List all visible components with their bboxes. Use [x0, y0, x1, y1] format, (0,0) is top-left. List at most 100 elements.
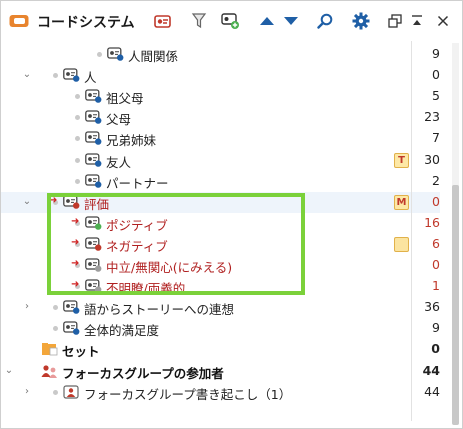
close-button[interactable]	[433, 11, 453, 31]
code-manzokudo[interactable]: 全体的満足度 9	[1, 318, 440, 339]
panel-header: コードシステム	[1, 1, 462, 41]
segment-count: 44	[422, 362, 440, 378]
bullet-icon	[75, 115, 80, 121]
segment-count: 44	[424, 383, 440, 399]
code-tag-icon	[85, 131, 103, 146]
segment-count: 0	[431, 341, 440, 357]
tree-item-label: 全体的満足度	[84, 323, 160, 339]
tree-item-label: 友人	[106, 154, 132, 170]
segment-count: 0	[432, 257, 440, 272]
activated-arrow-icon: ➜	[71, 279, 80, 291]
code-negative[interactable]: ➜ ネガティブ 6	[1, 234, 440, 255]
code-fumeiryo[interactable]: ➜ 不明瞭/両義的 1	[1, 276, 440, 297]
code-yujin[interactable]: 友人 T 30	[1, 150, 440, 171]
collapse-all-button[interactable]	[257, 11, 277, 31]
code-fubo[interactable]: 父母 23	[1, 107, 440, 128]
code-sofubo[interactable]: 祖父母 5	[1, 86, 440, 107]
chevron-down-icon[interactable]: ⌄	[21, 67, 33, 83]
focusgroup-participants[interactable]: ⌄ フォーカスグループの参加者 44	[1, 361, 440, 382]
code-positive[interactable]: ➜ ポジティブ 16	[1, 213, 440, 234]
set-folder-icon	[41, 342, 59, 356]
tree-item-label: 兄弟姉妹	[106, 133, 157, 149]
bullet-icon	[75, 136, 80, 142]
segment-count: 2	[432, 172, 440, 188]
undock-button[interactable]	[385, 11, 405, 31]
code-tag-icon	[85, 237, 103, 251]
close-icon	[437, 15, 449, 27]
filter-icon	[191, 13, 207, 29]
bullet-icon	[53, 326, 58, 332]
code-churitsu[interactable]: ➜ 中立/無関心(にみえる) 0	[1, 255, 440, 276]
code-tag-icon	[63, 300, 81, 314]
segment-count: 0	[432, 67, 440, 83]
code-tag-icon	[85, 216, 103, 230]
set-root[interactable]: セット 0	[1, 339, 440, 360]
code-tag-icon	[85, 110, 103, 125]
tree-item-label: フォーカスグループの参加者	[62, 365, 224, 381]
code-kyodai[interactable]: 兄弟姉妹 7	[1, 128, 440, 149]
expand-down-icon	[284, 17, 298, 25]
tree-item-label: 中立/無関心(にみえる)	[106, 260, 233, 275]
segment-count: 9	[432, 46, 440, 61]
code-rensou[interactable]: › 語からストーリーへの連想 36	[1, 297, 440, 318]
collapse-up-icon	[260, 17, 274, 25]
chevron-down-icon[interactable]: ⌄	[21, 194, 33, 210]
minimize-icon	[412, 15, 422, 25]
code-tag-icon	[85, 258, 103, 272]
memo-icon[interactable]	[394, 236, 409, 252]
focusgroup-transcript[interactable]: › フォーカスグループ書き起こし（1） 44	[1, 382, 440, 403]
tree-item-label: 評価	[84, 196, 110, 212]
segment-count: 36	[424, 299, 440, 315]
segment-count: 5	[432, 88, 440, 104]
code-ningenkankei[interactable]: 人間関係 9	[1, 44, 440, 65]
code-hyoka[interactable]: ⌄ ➜ 評価 M 0	[1, 191, 440, 213]
segment-count: 16	[424, 214, 440, 230]
bullet-icon	[97, 52, 102, 57]
search-icon	[317, 13, 333, 29]
bullet-icon	[75, 178, 80, 184]
code-tag-icon	[63, 195, 81, 209]
code-tag-icon	[85, 279, 103, 293]
add-code-icon	[221, 13, 239, 29]
expand-all-button[interactable]	[281, 11, 301, 31]
code-tag-icon	[85, 173, 103, 188]
chevron-right-icon[interactable]: ›	[21, 299, 33, 315]
code-tree: 人間関係 9 ⌄ 人 0 祖父母 5 父母 23 兄弟姉妹 7 友人 T 30 パートナー 2 ⌄ ➜ 評価 M 0 ➜ ポ…	[1, 41, 462, 421]
chevron-down-icon[interactable]: ⌄	[3, 363, 15, 379]
tree-item-label: 不明瞭/両義的	[106, 281, 186, 297]
activated-arrow-icon: ➜	[49, 194, 58, 206]
minimize-button[interactable]	[407, 11, 427, 31]
code-partner[interactable]: パートナー 2	[1, 171, 440, 192]
activated-arrow-icon: ➜	[71, 215, 80, 227]
code-tag-icon	[85, 152, 103, 167]
code-tag-icon	[85, 89, 103, 103]
bullet-icon	[53, 389, 58, 395]
code-hito[interactable]: ⌄ 人 0	[1, 65, 440, 86]
code-tag-icon	[107, 47, 125, 61]
activated-arrow-icon: ➜	[71, 236, 80, 248]
vertical-scrollbar[interactable]	[449, 43, 461, 425]
tree-item-label: 祖父母	[106, 91, 144, 107]
add-code-button[interactable]	[221, 11, 241, 31]
settings-icon	[352, 12, 370, 30]
segment-count: 23	[424, 109, 440, 125]
bullet-icon	[53, 73, 58, 79]
chevron-right-icon[interactable]: ›	[21, 384, 33, 400]
search-button[interactable]	[315, 11, 335, 31]
memo-icon[interactable]: M	[394, 194, 409, 210]
memo-icon[interactable]: T	[394, 152, 409, 168]
scrollbar-thumb[interactable]	[452, 185, 459, 425]
activated-arrow-icon: ➜	[71, 258, 80, 269]
participants-icon	[41, 364, 59, 378]
undock-icon	[388, 14, 402, 28]
settings-button[interactable]	[351, 11, 371, 31]
segment-count: 6	[432, 235, 440, 251]
new-code-button[interactable]	[153, 11, 173, 31]
filter-button[interactable]	[189, 11, 209, 31]
segment-count: 9	[432, 320, 440, 336]
bullet-icon	[75, 157, 80, 163]
tree-item-label: パートナー	[106, 175, 169, 191]
codesystem-icon	[9, 15, 29, 27]
participant-document-icon	[63, 384, 81, 399]
tree-item-label: 人	[84, 70, 97, 86]
